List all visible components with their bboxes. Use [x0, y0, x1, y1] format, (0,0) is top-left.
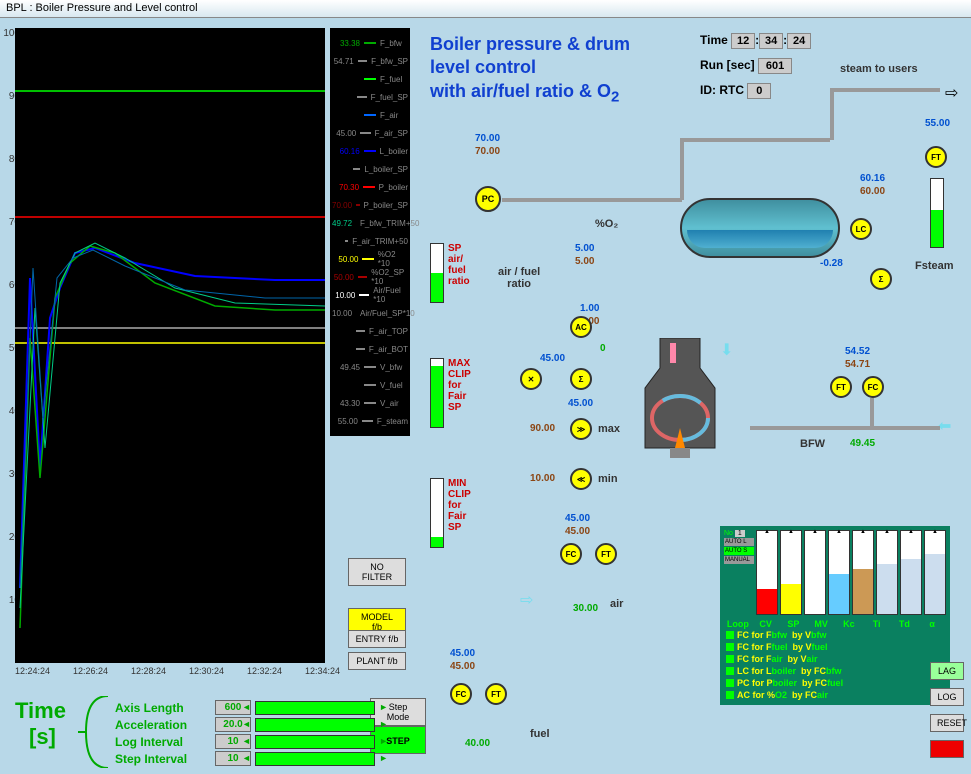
fc-fuel-pv: 45.00: [450, 661, 475, 672]
steam-arrow-icon: ⇨: [945, 83, 958, 103]
trend-chart[interactable]: [15, 28, 325, 663]
ft-bfw-instrument[interactable]: FT: [830, 376, 852, 398]
sum-icon: Σ: [570, 368, 592, 390]
log-button[interactable]: LOG: [930, 688, 964, 706]
id-display: ID: RTC 0: [700, 83, 771, 99]
step-interval-slider[interactable]: [255, 752, 375, 766]
sp-bar-max: [430, 358, 444, 428]
pc-instrument[interactable]: PC: [475, 186, 501, 212]
time-control: Time [s]: [15, 698, 66, 750]
fsteam-label: Fsteam: [915, 260, 954, 272]
af-label: air / fuelratio: [498, 266, 540, 290]
window-titlebar: BPL : Boiler Pressure and Level control: [0, 0, 971, 18]
air-label: air: [610, 598, 623, 610]
fc-air-instrument[interactable]: FC: [560, 543, 582, 565]
sp-bar-min: [430, 478, 444, 548]
ac-instrument[interactable]: AC: [570, 316, 592, 338]
fc-air-sp: 45.00: [565, 513, 590, 524]
auto2-button[interactable]: AUTO S: [724, 547, 754, 555]
manual-button[interactable]: MANUAL: [724, 556, 754, 564]
boiler-drum: [680, 198, 840, 258]
exit-button[interactable]: EXIT: [930, 740, 964, 758]
max-selector-icon: ≫: [570, 418, 592, 440]
time-params: Axis Length600 Acceleration20.0 Log Inte…: [115, 698, 375, 768]
min-limit: 10.00: [530, 473, 555, 484]
ft-steam-instrument[interactable]: FT: [925, 146, 947, 168]
fc-air-pv: 45.00: [565, 526, 590, 537]
chart-legend: 33.38F_bfw54.71F_bfw_SPF_fuelF_fuel_SPF_…: [330, 28, 410, 436]
min-label: min: [598, 473, 618, 485]
lc-sp: 60.00: [860, 186, 885, 197]
sp-af-label: SP air/ fuel ratio: [448, 243, 470, 287]
lc-trim: -0.28: [820, 258, 843, 269]
multiply-icon: ✕: [520, 368, 542, 390]
air-arrow-icon: ⇨: [520, 590, 533, 610]
fc-fuel-sp: 45.00: [450, 648, 475, 659]
time-display: Time 12:34:24: [700, 33, 811, 49]
ft-steam-val: 55.00: [925, 118, 950, 129]
max-label: max: [598, 423, 620, 435]
fc-fuel-instrument[interactable]: FC: [450, 683, 472, 705]
sp-min-label: MIN CLIP for Fair SP: [448, 478, 471, 533]
plant-fb-button[interactable]: PLANT f/b: [348, 652, 406, 670]
lag-button[interactable]: LAG: [930, 662, 964, 680]
mul-val: 45.00: [540, 353, 565, 364]
hot-indicator: [670, 343, 676, 363]
o2-sp: 5.00: [575, 243, 594, 254]
fc-fuel-out: 40.00: [465, 738, 490, 749]
ft-fuel-instrument[interactable]: FT: [485, 683, 507, 705]
o2-label: %O₂: [595, 218, 618, 230]
bfw-label: BFW: [800, 438, 825, 450]
sum-val: 45.00: [568, 398, 593, 409]
fc-bfw-pv: 54.71: [845, 359, 870, 370]
sp-bar-af: [430, 243, 444, 303]
lc-pv: 60.16: [860, 173, 885, 184]
furnace: [640, 338, 720, 458]
loop-tuning-panel[interactable]: No 1 AUTO L AUTO S MANUAL ▲▲▲▲▲▲▲▲ LoopC…: [720, 526, 950, 705]
pc-sp: 70.00: [475, 133, 500, 144]
run-display: Run [sec] 601: [700, 58, 792, 74]
page-title: Boiler pressure & drumlevel control with…: [430, 33, 630, 107]
acceleration-slider[interactable]: [255, 718, 375, 732]
af-zero: 0: [600, 343, 606, 354]
max-limit: 90.00: [530, 423, 555, 434]
log-interval-slider[interactable]: [255, 735, 375, 749]
pc-pv: 70.00: [475, 146, 500, 157]
auto-button[interactable]: AUTO L: [724, 538, 754, 546]
entry-fb-button[interactable]: ENTRY f/b: [348, 630, 406, 648]
bfw-arrow-icon: ⬅: [938, 416, 951, 436]
sp-max-label: MAX CLIP for Fair SP: [448, 358, 471, 413]
fc-bfw-sp: 54.52: [845, 346, 870, 357]
fc-air-out: 30.00: [573, 603, 598, 614]
fc-bfw-instrument[interactable]: FC: [862, 376, 884, 398]
no-filter-button[interactable]: NO FILTER: [348, 558, 406, 586]
axis-length-slider[interactable]: [255, 701, 375, 715]
min-selector-icon: ≪: [570, 468, 592, 490]
ft-air-instrument[interactable]: FT: [595, 543, 617, 565]
af-sp: 1.00: [580, 303, 599, 314]
lc-sum-icon: Σ: [870, 268, 892, 290]
fuel-label: fuel: [530, 728, 550, 740]
steam-label: steam to users: [840, 63, 918, 75]
o2-pv: 5.00: [575, 256, 594, 267]
reset-button[interactable]: RESET: [930, 714, 964, 732]
cold-arrow-icon: ⬇: [720, 340, 733, 360]
steam-bar: [930, 178, 944, 248]
lc-instrument[interactable]: LC: [850, 218, 872, 240]
fc-bfw-out: 49.45: [850, 438, 875, 449]
